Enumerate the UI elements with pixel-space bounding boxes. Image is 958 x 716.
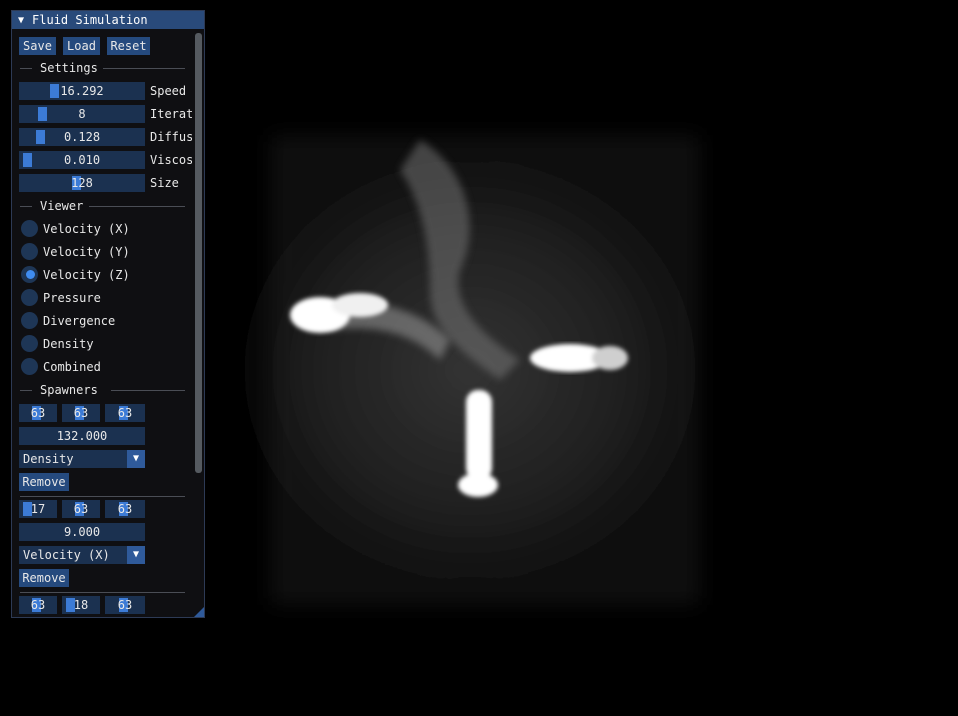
slider-value: 63 — [117, 598, 133, 612]
slider-value: 63 — [73, 502, 89, 516]
radio-circle[interactable] — [21, 312, 38, 329]
slider-label-iterations: Iterat — [150, 107, 192, 121]
radio-selected-dot — [26, 270, 35, 279]
viewer-header: Viewer — [40, 199, 84, 213]
save-button[interactable]: Save — [19, 37, 56, 55]
fluid-volume-box — [270, 135, 700, 605]
slider-value: 17 — [30, 502, 46, 516]
input-value: 132.000 — [56, 429, 108, 443]
input-value: 9.000 — [63, 525, 101, 539]
slider-value: 63 — [73, 406, 89, 420]
vertical-scrollbar[interactable] — [195, 33, 202, 473]
slider-value: 63 — [117, 406, 133, 420]
radio-circle[interactable] — [21, 335, 38, 352]
radio-circle[interactable] — [21, 220, 38, 237]
slider-label-viscosity: Viscos — [150, 153, 192, 167]
collapse-arrow-icon[interactable]: ▼ — [18, 15, 24, 26]
spawner-2-x[interactable]: 17 — [19, 500, 57, 518]
density-blob-right — [530, 344, 628, 372]
reset-button[interactable]: Reset — [107, 37, 150, 55]
radio-circle[interactable] — [21, 358, 38, 375]
iterations-slider[interactable]: 8 — [19, 105, 145, 123]
speed-slider[interactable]: 16.292 — [19, 82, 145, 100]
spawner-2-y[interactable]: 63 — [62, 500, 100, 518]
slider-value: 63 — [117, 502, 133, 516]
radio-label: Pressure — [43, 291, 101, 305]
slider-value: 128 — [71, 176, 93, 190]
slider-label-size: Size — [150, 176, 179, 190]
spawner-2-amount[interactable]: 9.000 — [19, 523, 145, 541]
viscosity-slider[interactable]: 0.010 — [19, 151, 145, 169]
spawner-3-z[interactable]: 63 — [105, 596, 145, 614]
slider-value: 8 — [78, 107, 86, 121]
spawner-divider — [20, 592, 185, 593]
dropdown-arrow-icon[interactable]: ▼ — [127, 546, 145, 564]
slider-value: 63 — [30, 406, 46, 420]
size-slider[interactable]: 128 — [19, 174, 145, 192]
spawner-2-z[interactable]: 63 — [105, 500, 145, 518]
combo-value: Density — [23, 452, 74, 466]
slider-value: 0.010 — [63, 153, 101, 167]
spawner-divider — [20, 496, 185, 497]
spawner-1-amount[interactable]: 132.000 — [19, 427, 145, 445]
slider-label-diffusion: Diffus — [150, 130, 192, 144]
spawners-header: Spawners — [40, 383, 98, 397]
radio-label: Velocity (Z) — [43, 268, 130, 282]
resize-grip-icon[interactable] — [194, 607, 204, 617]
dropdown-arrow-icon[interactable]: ▼ — [127, 450, 145, 468]
slider-value: 63 — [30, 598, 46, 612]
window-content: Save Load Reset Settings 16.292 Speed 8 … — [12, 29, 192, 617]
combo-value: Velocity (X) — [23, 548, 110, 562]
spawner-1-z[interactable]: 63 — [105, 404, 145, 422]
slider-value: 16.292 — [60, 84, 104, 98]
slider-value: 0.128 — [63, 130, 101, 144]
diffusion-slider[interactable]: 0.128 — [19, 128, 145, 146]
radio-label: Density — [43, 337, 94, 351]
radio-label: Velocity (Y) — [43, 245, 130, 259]
settings-header: Settings — [40, 61, 98, 75]
spawner-2-type-combo[interactable]: Velocity (X) ▼ — [19, 546, 145, 564]
spawner-3-y[interactable]: 18 — [62, 596, 100, 614]
slider-label-speed: Speed — [150, 84, 187, 98]
spawner-2-remove-button[interactable]: Remove — [19, 569, 69, 587]
window-title-bar[interactable]: ▼ Fluid Simulation — [12, 11, 204, 29]
radio-circle[interactable] — [21, 243, 38, 260]
viewer-separator: Viewer — [20, 199, 185, 213]
window-title: Fluid Simulation — [32, 13, 148, 27]
radio-label: Velocity (X) — [43, 222, 130, 236]
spawners-separator: Spawners — [20, 383, 185, 397]
spawner-1-type-combo[interactable]: Density ▼ — [19, 450, 145, 468]
slider-value: 18 — [73, 598, 89, 612]
spawner-1-remove-button[interactable]: Remove — [19, 473, 69, 491]
load-button[interactable]: Load — [63, 37, 100, 55]
radio-circle[interactable] — [21, 289, 38, 306]
radio-label: Divergence — [43, 314, 116, 328]
radio-circle[interactable] — [21, 266, 38, 283]
settings-separator: Settings — [20, 61, 185, 75]
radio-label: Combined — [43, 360, 101, 374]
spawner-1-x[interactable]: 63 — [19, 404, 57, 422]
spawner-1-y[interactable]: 63 — [62, 404, 100, 422]
spawner-3-x[interactable]: 63 — [19, 596, 57, 614]
fluid-simulation-window[interactable]: ▼ Fluid Simulation Save Load Reset Setti… — [11, 10, 205, 618]
